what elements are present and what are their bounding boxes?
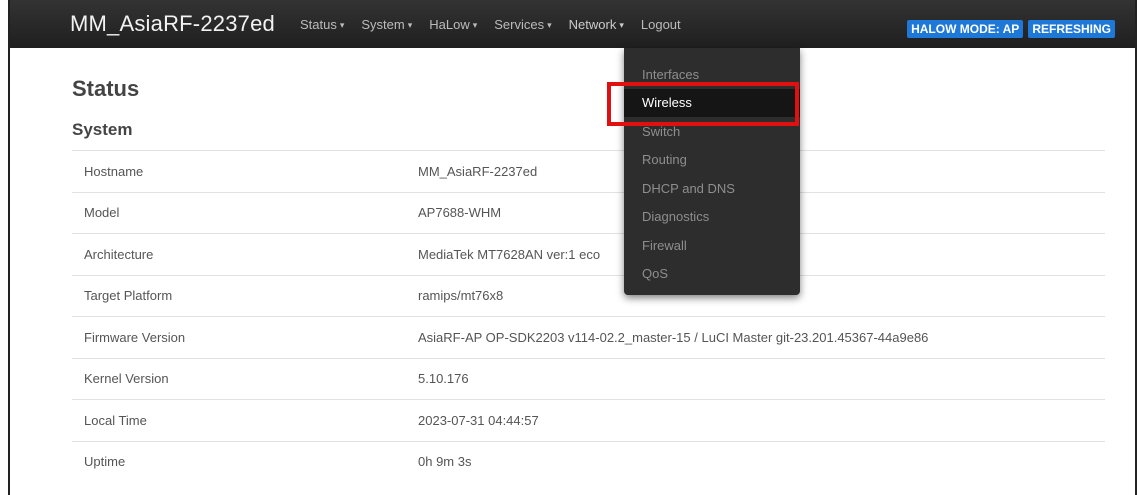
dropdown-item-dhcp-and-dns[interactable]: DHCP and DNS xyxy=(624,175,800,203)
menu-halow[interactable]: HaLow ▾ xyxy=(429,17,477,32)
row-value: 5.10.176 xyxy=(418,371,469,387)
table-row: Architecture MediaTek MT7628AN ver:1 eco xyxy=(72,233,1105,275)
row-label: Firmware Version xyxy=(84,329,186,345)
row-value: AsiaRF-AP OP-SDK2203 v114-02.2_master-15… xyxy=(418,329,929,345)
top-navbar: MM_AsiaRF-2237ed Status ▾ System ▾ HaLow ▾ … xyxy=(10,0,1135,48)
chevron-down-icon: ▾ xyxy=(547,19,552,30)
chevron-down-icon: ▾ xyxy=(339,19,345,30)
menu-system-label: System xyxy=(361,16,405,32)
row-label: Architecture xyxy=(84,246,154,262)
dropdown-item-firewall[interactable]: Firewall xyxy=(624,232,800,260)
menu-services-label: Services xyxy=(494,16,545,32)
dropdown-item-routing[interactable]: Routing xyxy=(624,146,800,174)
dropdown-item-diagnostics[interactable]: Diagnostics xyxy=(624,203,800,231)
row-label: Kernel Version xyxy=(84,371,169,387)
chevron-down-icon: ▾ xyxy=(407,19,413,30)
table-row: Hostname MM_AsiaRF-2237ed xyxy=(72,150,1105,192)
menu-system[interactable]: System ▾ xyxy=(361,17,412,32)
halow-mode-badge: HALOW MODE: AP xyxy=(907,20,1024,38)
dropdown-item-qos[interactable]: QoS xyxy=(624,260,800,288)
table-row: Target Platform ramips/mt76x8 xyxy=(72,274,1105,317)
main-menu: Status ▾ System ▾ HaLow ▾ Services ▾ Network… xyxy=(300,0,698,48)
menu-network-label: Network xyxy=(568,16,617,32)
row-label: Hostname xyxy=(84,163,144,179)
table-row: Model AP7688-WHM xyxy=(72,191,1105,234)
menu-logout-label: Logout xyxy=(640,16,681,32)
row-value: 2023-07-31 04:44:57 xyxy=(418,412,539,428)
table-row: Uptime 0h 9m 3s xyxy=(72,440,1105,483)
chevron-down-icon: ▾ xyxy=(619,19,624,30)
table-row: Kernel Version 5.10.176 xyxy=(72,357,1105,400)
table-row: Firmware Version AsiaRF-AP OP-SDK2203 v1… xyxy=(72,316,1105,358)
system-info-table: Hostname MM_AsiaRF-2237ed Model AP7688-W… xyxy=(72,150,1105,482)
menu-status-label: Status xyxy=(300,16,337,32)
browser-frame: MM_AsiaRF-2237ed Status ▾ System ▾ HaLow ▾ … xyxy=(8,0,1137,495)
brand-hostname[interactable]: MM_AsiaRF-2237ed xyxy=(70,11,275,37)
row-label: Local Time xyxy=(84,412,147,428)
chevron-down-icon: ▾ xyxy=(472,19,478,30)
annotation-highlight-box xyxy=(607,82,799,126)
menu-halow-label: HaLow xyxy=(429,16,470,32)
row-label: Uptime xyxy=(84,454,126,470)
menu-network[interactable]: Network ▾ xyxy=(569,17,624,32)
status-badges: HALOW MODE: AP REFRESHING xyxy=(907,20,1115,38)
refreshing-badge[interactable]: REFRESHING xyxy=(1028,20,1115,38)
menu-services[interactable]: Services ▾ xyxy=(494,17,551,32)
menu-status[interactable]: Status ▾ xyxy=(300,17,344,32)
page-title: Status xyxy=(72,76,140,101)
row-label: Model xyxy=(84,205,120,221)
table-row: Local Time 2023-07-31 04:44:57 xyxy=(72,399,1105,441)
section-title: System xyxy=(72,120,133,139)
menu-logout[interactable]: Logout xyxy=(641,17,681,32)
row-value: 0h 9m 3s xyxy=(418,454,472,470)
row-label: Target Platform xyxy=(84,288,173,304)
